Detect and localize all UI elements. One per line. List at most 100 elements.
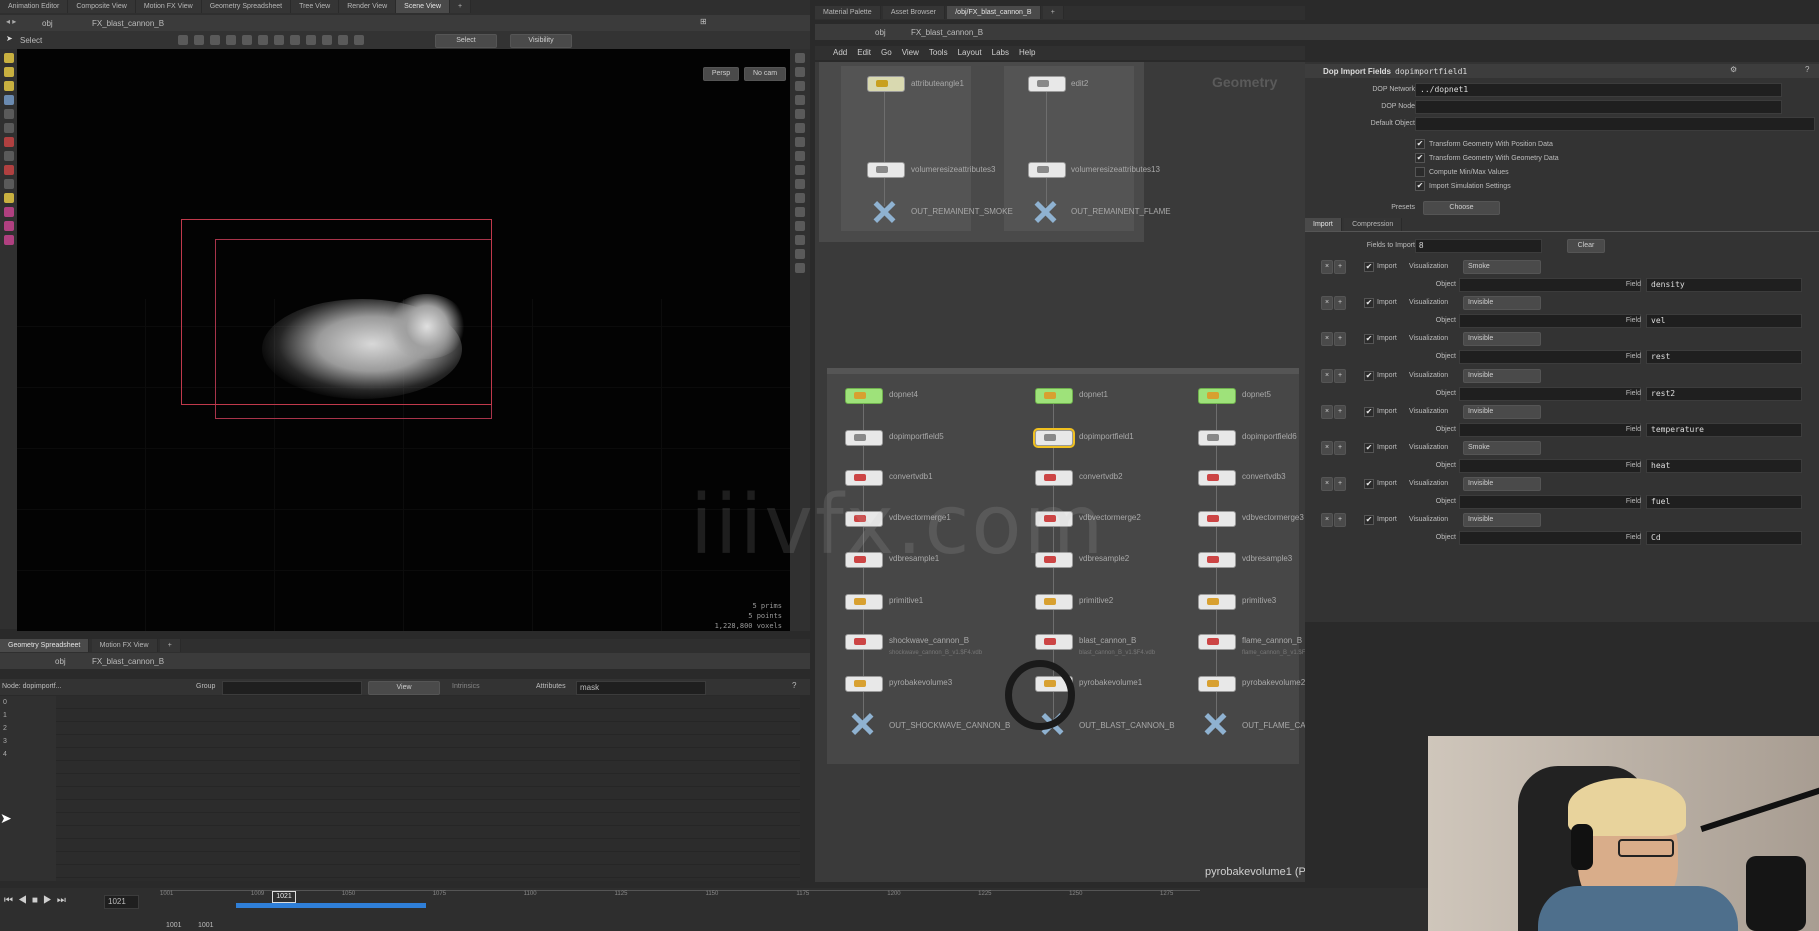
tool-icon[interactable] [795,109,805,119]
remove-field-button[interactable]: × [1321,260,1333,274]
tool-icon[interactable] [795,263,805,273]
last-frame-icon[interactable]: ⏭ [57,895,71,906]
tool-icon[interactable] [3,179,14,189]
attributes-field[interactable]: mask [576,681,706,695]
tab-composite-view[interactable]: Composite View [68,0,136,13]
tool-icon[interactable] [338,35,348,45]
stop-icon[interactable]: ■ [32,895,43,906]
node-edit[interactable] [1028,76,1066,92]
visualization-dropdown[interactable]: Invisible [1463,332,1541,347]
menu-tools[interactable]: Tools [929,48,948,57]
tool-icon[interactable] [795,81,805,91]
tool-icon[interactable] [322,35,332,45]
back-arrow-icon[interactable]: ◂ ▸ [6,17,16,26]
insert-field-button[interactable]: + [1334,368,1346,383]
visualization-dropdown[interactable]: Invisible [1463,513,1541,528]
tool-icon[interactable] [258,35,268,45]
tool-icon[interactable] [795,137,805,147]
tab-geometry-spreadsheet[interactable]: Geometry Spreadsheet [0,639,90,652]
import-checkbox[interactable]: ✔ [1364,370,1374,381]
playhead-marker[interactable]: 1021 [272,891,296,903]
dop-node-field[interactable] [1415,100,1782,114]
clear-button[interactable]: Clear [1567,239,1605,253]
persp-menu[interactable]: Persp [703,67,739,81]
visualization-dropdown[interactable]: Invisible [1463,404,1541,419]
option-checkbox[interactable]: ✔ [1415,180,1425,191]
tool-icon[interactable] [3,109,14,119]
tool-icon[interactable] [3,151,14,161]
tool-icon[interactable] [3,221,14,231]
remove-field-button[interactable]: × [1321,441,1333,455]
select-mode-dropdown[interactable]: Select [435,34,497,48]
help-icon[interactable]: ? [1805,65,1809,74]
menu-labs[interactable]: Labs [992,48,1009,57]
tool-icon[interactable] [795,53,805,63]
visibility-dropdown[interactable]: Visibility [510,34,572,48]
node-attributeangle[interactable] [867,76,905,92]
presets-dropdown[interactable]: Choose [1423,201,1500,215]
tool-icon[interactable] [274,35,284,45]
node-dopnet1[interactable] [1035,388,1073,404]
radial-menu[interactable] [1005,660,1075,730]
menu-layout[interactable]: Layout [958,48,982,57]
dop-network-field[interactable]: ../dopnet1 [1415,83,1782,97]
insert-field-button[interactable]: + [1334,441,1346,455]
add-tab-button[interactable]: + [450,0,472,13]
path-root[interactable]: obj [55,657,66,666]
remove-field-button[interactable]: × [1321,477,1333,492]
tab-geometry-spreadsheet[interactable]: Geometry Spreadsheet [201,0,292,13]
node-volumeresize[interactable] [1028,162,1066,178]
import-checkbox[interactable]: ✔ [1364,515,1374,526]
node-pyrobakevolume3[interactable] [845,676,883,692]
tool-icon[interactable] [795,165,805,175]
insert-field-button[interactable]: + [1334,477,1346,492]
tab-motion-fx-view[interactable]: Motion FX View [91,639,158,652]
node-vdbresample3[interactable] [1198,552,1236,568]
menu-edit[interactable]: Edit [857,48,871,57]
option-checkbox[interactable] [1415,166,1425,177]
tool-icon[interactable] [795,249,805,259]
view-dropdown[interactable]: View [368,681,440,695]
insert-field-button[interactable]: + [1334,332,1346,347]
tool-icon[interactable] [354,35,364,45]
add-tab-button[interactable]: + [159,639,181,652]
visualization-dropdown[interactable]: Smoke [1463,260,1541,274]
tool-icon[interactable] [795,123,805,133]
tab-asset-browser[interactable]: Asset Browser [882,6,945,19]
node-dopimportfield6[interactable] [1198,430,1236,446]
path-root[interactable]: obj [875,28,886,37]
current-frame-field[interactable]: 1021 [104,895,139,909]
menu-view[interactable]: View [902,48,919,57]
path-root[interactable]: obj [42,19,53,28]
visualization-dropdown[interactable]: Invisible [1463,477,1541,492]
node-primitive3[interactable] [1198,594,1236,610]
import-checkbox[interactable]: ✔ [1364,443,1374,453]
tool-icon[interactable] [242,35,252,45]
tab-material-palette[interactable]: Material Palette [815,6,881,19]
insert-field-button[interactable]: + [1334,404,1346,419]
range-start[interactable]: 1001 [166,922,182,929]
node-blast-cannon-b[interactable] [1035,634,1073,650]
node-vdbvectormerge3[interactable] [1198,511,1236,527]
node-pyrobakevolume2[interactable] [1198,676,1236,692]
menu-help[interactable]: Help [1019,48,1035,57]
select-arrow-icon[interactable]: ➤ [6,34,13,43]
insert-field-button[interactable]: + [1334,260,1346,274]
remove-field-button[interactable]: × [1321,296,1333,311]
gear-icon[interactable]: ⚙ [1730,65,1737,74]
option-checkbox[interactable]: ✔ [1415,138,1425,149]
tab-animation-editor[interactable]: Animation Editor [0,0,69,13]
node-volumeresize[interactable] [867,162,905,178]
node-dopimportfield1[interactable] [1033,428,1075,448]
tool-icon[interactable] [3,67,14,77]
node-primitive2[interactable] [1035,594,1073,610]
tab-compression[interactable]: Compression [1344,218,1403,231]
import-checkbox[interactable]: ✔ [1364,406,1374,417]
help-icon[interactable]: ? [792,681,796,690]
tool-icon[interactable] [795,193,805,203]
menu-go[interactable]: Go [881,48,892,57]
node-dopnet4[interactable] [845,388,883,404]
tab-motion-fx-view[interactable]: Motion FX View [135,0,202,13]
tool-icon[interactable] [3,123,14,133]
tab-scene-view[interactable]: Scene View [396,0,450,13]
